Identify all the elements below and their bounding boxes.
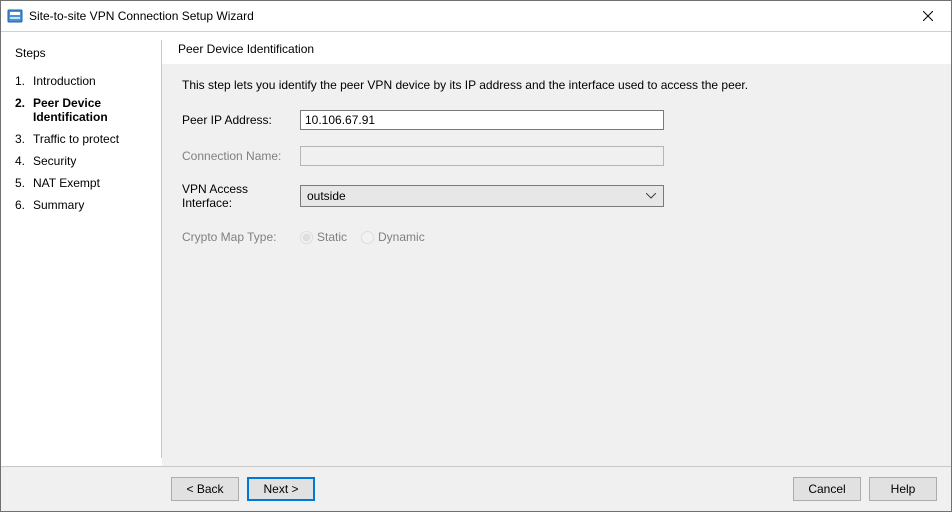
connection-name-input <box>300 146 664 166</box>
label-crypto-map-type: Crypto Map Type: <box>182 230 300 244</box>
label-peer-ip: Peer IP Address: <box>182 113 300 127</box>
step-introduction[interactable]: 1. Introduction <box>15 70 151 92</box>
wizard-window: Site-to-site VPN Connection Setup Wizard… <box>0 0 952 512</box>
label-connection-name: Connection Name: <box>182 149 300 163</box>
chevron-down-icon <box>643 193 659 199</box>
titlebar: Site-to-site VPN Connection Setup Wizard <box>1 1 951 32</box>
app-icon <box>7 8 23 24</box>
row-vpn-interface: VPN Access Interface: outside <box>182 182 931 210</box>
steps-sidebar: Steps 1. Introduction 2. Peer Device Ide… <box>1 32 161 466</box>
main-panel: Peer Device Identification This step let… <box>162 32 951 466</box>
peer-ip-input[interactable] <box>300 110 664 130</box>
crypto-static-option: Static <box>300 230 347 244</box>
step-peer-device-identification[interactable]: 2. Peer Device Identification <box>15 92 151 128</box>
page-title: Peer Device Identification <box>162 32 951 64</box>
window-title: Site-to-site VPN Connection Setup Wizard <box>29 9 905 23</box>
row-connection-name: Connection Name: <box>182 146 931 166</box>
window-close-button[interactable] <box>905 1 951 31</box>
help-button[interactable]: Help <box>869 477 937 501</box>
label-vpn-interface: VPN Access Interface: <box>182 182 300 210</box>
crypto-static-radio <box>300 231 313 244</box>
vpn-interface-value: outside <box>307 189 643 203</box>
back-button[interactable]: < Back <box>171 477 239 501</box>
steps-heading: Steps <box>15 46 151 60</box>
step-description: This step lets you identify the peer VPN… <box>182 78 931 92</box>
crypto-map-radio-group: Static Dynamic <box>300 230 425 244</box>
vpn-interface-select[interactable]: outside <box>300 185 664 207</box>
close-icon <box>923 11 933 21</box>
row-crypto-map-type: Crypto Map Type: Static Dynamic <box>182 230 931 244</box>
footer-action-buttons: Cancel Help <box>793 477 937 501</box>
step-security[interactable]: 4. Security <box>15 150 151 172</box>
cancel-button[interactable]: Cancel <box>793 477 861 501</box>
crypto-dynamic-option: Dynamic <box>361 230 425 244</box>
step-summary[interactable]: 6. Summary <box>15 194 151 216</box>
row-peer-ip: Peer IP Address: <box>182 110 931 130</box>
main-content: This step lets you identify the peer VPN… <box>162 64 951 466</box>
steps-list: 1. Introduction 2. Peer Device Identific… <box>15 70 151 216</box>
step-traffic-to-protect[interactable]: 3. Traffic to protect <box>15 128 151 150</box>
crypto-dynamic-radio <box>361 231 374 244</box>
next-button[interactable]: Next > <box>247 477 315 501</box>
wizard-body: Steps 1. Introduction 2. Peer Device Ide… <box>1 32 951 466</box>
step-nat-exempt[interactable]: 5. NAT Exempt <box>15 172 151 194</box>
wizard-footer: < Back Next > Cancel Help <box>1 466 951 511</box>
footer-nav-buttons: < Back Next > <box>171 477 315 501</box>
